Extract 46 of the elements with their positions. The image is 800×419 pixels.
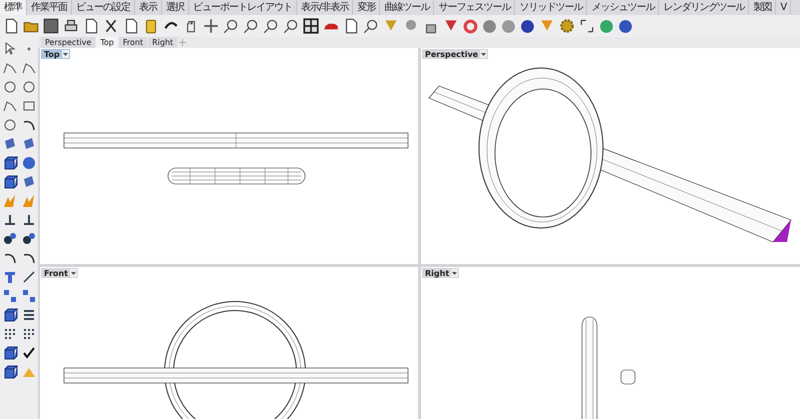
magnifier-icon[interactable] (262, 17, 280, 35)
magnifier-icon[interactable] (282, 17, 300, 35)
spheres-icon[interactable] (20, 230, 36, 246)
ribbon-tab[interactable]: 標準 (0, 0, 27, 15)
magnifier-icon[interactable] (222, 17, 240, 35)
viewport[interactable]: Right (421, 267, 800, 419)
spheres-icon[interactable] (2, 230, 18, 246)
viewport-label[interactable]: Top (41, 49, 70, 59)
circle-icon[interactable] (2, 116, 18, 132)
box-icon[interactable] (2, 344, 18, 360)
caret-icon[interactable] (62, 50, 69, 58)
sphere-icon[interactable] (519, 18, 536, 34)
magnifier-icon[interactable] (362, 17, 380, 35)
box-icon[interactable] (2, 174, 18, 190)
viewport[interactable]: Perspective (421, 48, 800, 264)
magnifier-icon[interactable] (242, 17, 260, 35)
blocks-icon[interactable] (20, 288, 36, 304)
caret-icon[interactable] (480, 50, 488, 58)
sphere-icon[interactable] (20, 154, 36, 170)
gear-icon[interactable] (558, 17, 576, 35)
grid-icon[interactable] (302, 17, 320, 35)
blocks-icon[interactable] (2, 288, 18, 304)
viewport-name: Perspective (425, 50, 478, 58)
check-icon[interactable] (20, 344, 36, 360)
viewport[interactable]: Top (40, 48, 418, 264)
caret-icon[interactable] (451, 269, 458, 277)
viewport-tab[interactable]: Front (118, 37, 148, 48)
box-icon[interactable] (2, 154, 18, 170)
viewport-name: Top (44, 50, 60, 58)
circle-icon[interactable] (2, 78, 18, 94)
torus-wireframe (620, 370, 636, 384)
circle-icon[interactable] (20, 78, 36, 94)
viewport-tab[interactable]: Perspective (41, 37, 96, 48)
box-icon[interactable] (2, 364, 18, 380)
viewport-label[interactable]: Perspective (422, 49, 488, 59)
box-icon[interactable] (2, 306, 18, 322)
viewport-name: Right (425, 268, 450, 278)
viewport-label[interactable]: Right (422, 268, 460, 278)
caret-icon[interactable] (70, 269, 77, 277)
viewport-label[interactable]: Front (41, 268, 78, 278)
sphere-icon[interactable] (617, 18, 634, 34)
viewport-tab[interactable]: Right (148, 37, 178, 48)
viewport-tab[interactable]: Top (96, 37, 118, 48)
viewport-name: Front (44, 268, 68, 278)
frame-icon[interactable] (578, 17, 596, 35)
viewport[interactable]: Front (40, 267, 418, 419)
